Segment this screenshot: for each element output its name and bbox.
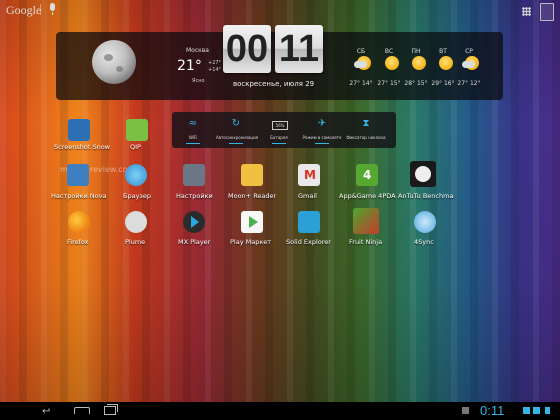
status-time[interactable]: 0:11 [480,403,504,418]
toggle-label: WiFi [188,135,198,140]
clock-date: воскресенье, июля 29 [233,80,315,88]
app-label[interactable]: Play Маркет [230,238,271,246]
toggle-label: Режим в самолете [302,135,342,140]
battery-status-icon [545,407,550,414]
sun-icon [412,56,426,70]
weather-city: Москва [186,47,209,54]
antutu-icon[interactable] [410,161,436,187]
4sync-icon[interactable] [414,211,436,233]
toggle-indicator [315,143,329,144]
gmail-icon[interactable]: M [298,164,320,186]
app-label[interactable]: AnTuTu Benchma [398,192,453,200]
firefox-icon[interactable] [68,211,90,233]
rotation-lock-icon[interactable]: ⧗ [356,118,376,129]
weather-high: +27° [208,60,222,66]
google-search-label[interactable]: Google [6,3,41,18]
toggle-label: Батарея [270,135,288,140]
app-label[interactable]: Solid Explorer [286,238,331,246]
forecast-day: ВС [384,48,394,55]
forecast-temps: 29° 16° [431,80,455,87]
sun-icon [439,56,453,70]
clock-minutes: 11 [275,25,323,73]
forecast-day: ВТ [439,48,447,55]
toggle-indicator [186,143,200,144]
plume-icon[interactable] [125,211,147,233]
fruit-ninja-icon[interactable] [353,208,379,234]
app-label[interactable]: Fruit Ninja [349,238,382,246]
top-bar-divider [40,4,41,15]
cloud-sun-icon [354,56,371,70]
app-label[interactable]: MX Player [178,238,210,246]
recent-apps-icon[interactable] [104,404,118,415]
toggle-indicator [272,143,286,144]
book-icon[interactable] [241,164,263,186]
wifi-icon[interactable]: ≈ [183,118,203,129]
app-label[interactable]: Plume [125,238,145,246]
app-label[interactable]: QIP [130,143,141,151]
app-label[interactable]: Настройки [176,192,213,200]
app-label[interactable]: Настройки Nova [51,192,106,200]
play-market-icon[interactable] [241,211,263,233]
forecast-temps: 27° 14° [349,80,373,87]
app-label[interactable]: Screenshot Snow [54,143,110,151]
sync-icon[interactable]: ↻ [226,118,246,129]
forecast-temps: 28° 15° [404,80,428,87]
airplane-icon[interactable]: ✈ [312,118,332,129]
settings-icon[interactable] [183,164,205,186]
qip-icon[interactable] [126,119,148,141]
home-icon[interactable] [74,407,90,414]
market-icon[interactable] [540,3,554,21]
screenshot-icon[interactable] [68,119,90,141]
mic-icon[interactable] [50,3,55,15]
toggle-label: Фиксатор наклона [346,135,386,140]
battery-icon[interactable]: 56% [272,121,288,130]
app-label[interactable]: Gmail [298,192,317,200]
weather-condition: Ясно [192,78,205,84]
mx-player-icon[interactable] [183,211,205,233]
toggle-indicator [229,143,243,144]
weather-low: +14° [208,67,222,73]
app-label[interactable]: Moon+ Reader [228,192,276,200]
app-label[interactable]: App&Game 4PDA [339,192,396,200]
toggle-label: Автосинхронизация [216,135,259,140]
moon-icon [92,40,136,84]
clock-hours: 00 [223,25,271,73]
forecast-temps: 27° 15° [377,80,401,87]
weather-temp: 21° [177,58,202,74]
browser-icon[interactable] [125,164,147,186]
4pda-icon[interactable]: 4 [356,164,378,186]
nova-settings-icon[interactable] [67,164,89,186]
app-label[interactable]: Браузер [123,192,151,200]
sun-icon [385,56,399,70]
app-label[interactable]: 4Sync [414,238,434,246]
folder-icon[interactable] [298,211,320,233]
forecast-day: ПН [411,48,421,55]
weather-hilo: +27° +14° [208,60,221,74]
apps-grid-icon[interactable] [522,7,531,16]
forecast-day: СР [465,48,473,55]
forecast-temps: 27° 12° [457,80,481,87]
notification-icon[interactable] [462,407,469,414]
forecast-day: СБ [356,48,366,55]
back-icon[interactable]: ↩ [42,406,50,417]
app-label[interactable]: Firefox [67,238,89,246]
signal-status-icon [533,407,540,414]
cloud-sun-icon [462,56,479,70]
wifi-status-icon [523,407,530,414]
